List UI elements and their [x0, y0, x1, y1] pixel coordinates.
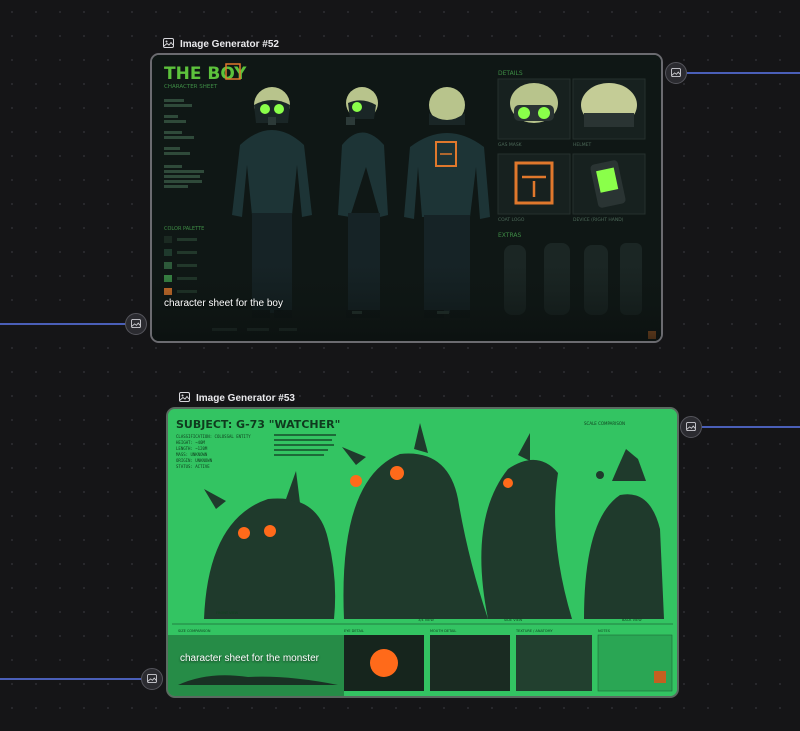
node-title-53[interactable]: Image Generator #53 — [179, 392, 295, 405]
svg-text:BACK VIEW: BACK VIEW — [622, 618, 642, 622]
svg-text:TEXTURE / ANATOMY: TEXTURE / ANATOMY — [515, 629, 553, 633]
svg-text:MASS: UNKNOWN: MASS: UNKNOWN — [176, 452, 208, 457]
edge-node53-out — [702, 426, 800, 428]
image-card-52[interactable]: THE BOY CHARACTER SHEET COLOR PALETTE DE… — [150, 53, 663, 343]
image-icon — [671, 64, 681, 82]
image-caption-52: character sheet for the boy — [164, 298, 283, 309]
node-title-label: Image Generator #52 — [180, 39, 279, 50]
input-port-52[interactable] — [125, 313, 147, 335]
image-icon — [131, 315, 141, 333]
image-card-53[interactable]: SUBJECT: G-73 "WATCHER" CLASSIFICATION: … — [166, 407, 679, 698]
svg-text:STATUS: ACTIVE: STATUS: ACTIVE — [176, 464, 210, 469]
svg-text:FRONT VIEW: FRONT VIEW — [216, 611, 239, 615]
svg-text:SCALE COMPARISON: SCALE COMPARISON — [584, 421, 625, 426]
output-port-52[interactable] — [665, 62, 687, 84]
svg-text:MOUTH DETAIL: MOUTH DETAIL — [430, 629, 456, 633]
svg-text:GAS MASK: GAS MASK — [498, 142, 523, 148]
svg-text:ORIGIN: UNKNOWN: ORIGIN: UNKNOWN — [176, 458, 213, 463]
svg-text:COAT LOGO: COAT LOGO — [498, 217, 525, 223]
image-icon — [163, 38, 174, 51]
image-icon — [686, 418, 696, 436]
monster-sheet-title: SUBJECT: G-73 "WATCHER" — [176, 418, 340, 431]
svg-text:HELMET: HELMET — [573, 142, 591, 148]
image-caption-53: character sheet for the monster — [180, 653, 319, 664]
edge-node53-in — [0, 678, 142, 680]
svg-text:HEIGHT: ~40M: HEIGHT: ~40M — [176, 440, 205, 445]
svg-text:NOTES: NOTES — [598, 629, 611, 633]
sheet-subtitle: CHARACTER SHEET — [164, 84, 218, 90]
details-label: DETAILS — [498, 70, 523, 77]
sheet-title: THE BOY — [164, 64, 247, 84]
node-title-52[interactable]: Image Generator #52 — [163, 38, 279, 51]
extras-label: EXTRAS — [498, 232, 521, 239]
image-icon — [147, 670, 157, 688]
input-port-53[interactable] — [141, 668, 163, 690]
svg-text:CLASSIFICATION: COLOSSAL ENTIT: CLASSIFICATION: COLOSSAL ENTITY — [176, 434, 251, 439]
output-port-53[interactable] — [680, 416, 702, 438]
svg-text:3/4 VIEW: 3/4 VIEW — [418, 618, 434, 622]
svg-text:SIDE VIEW: SIDE VIEW — [504, 618, 523, 622]
node-title-label: Image Generator #53 — [196, 393, 295, 404]
svg-text:LENGTH: ~120M: LENGTH: ~120M — [176, 446, 208, 451]
palette-label: COLOR PALETTE — [164, 226, 204, 232]
edge-node52-in — [0, 323, 127, 325]
image-icon — [179, 392, 190, 405]
svg-text:EYE DETAIL: EYE DETAIL — [344, 629, 364, 633]
svg-text:DEVICE (RIGHT HAND): DEVICE (RIGHT HAND) — [573, 217, 624, 223]
svg-text:SIZE COMPARISON: SIZE COMPARISON — [178, 629, 211, 633]
edge-node52-out — [687, 72, 800, 74]
